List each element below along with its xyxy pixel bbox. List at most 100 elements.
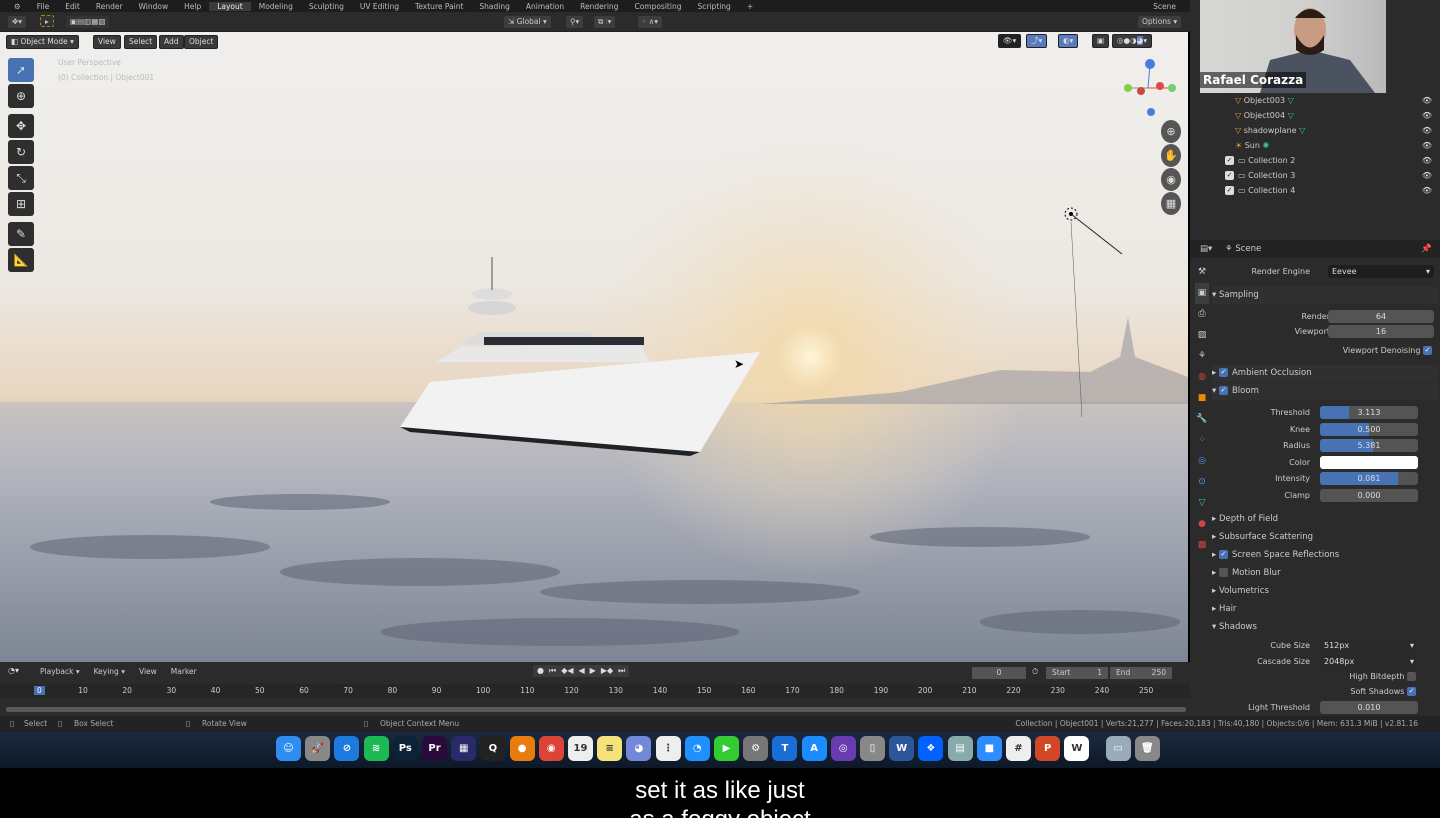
grid-icon[interactable]: ▦ (1161, 192, 1181, 215)
timeline-scrollbar[interactable] (6, 707, 1186, 712)
section-bloom[interactable]: ▾ ✓ Bloom (1212, 383, 1438, 400)
bloom-clamp-field[interactable]: 0.000 (1320, 489, 1418, 502)
messenger-icon[interactable]: ◔ (684, 736, 710, 761)
data-tab-icon[interactable]: ▽ (1195, 493, 1209, 514)
blender-icon[interactable]: ● (509, 736, 535, 761)
tab-scripting[interactable]: Scripting (689, 2, 738, 11)
tab-animation[interactable]: Animation (518, 2, 572, 11)
render-tab-icon[interactable]: ▣ (1195, 283, 1209, 304)
tab-sculpting[interactable]: Sculpting (301, 2, 352, 11)
photoshop-icon[interactable]: Ps (392, 736, 418, 761)
play-icon[interactable]: ▶ (590, 666, 596, 676)
section-subsurface-scattering[interactable]: ▸ Subsurface Scattering (1212, 529, 1438, 546)
cube-size-dropdown[interactable]: 512px ▾ (1320, 639, 1418, 652)
texture-tab-icon[interactable]: ▩ (1195, 535, 1209, 556)
discord-icon[interactable]: ◕ (626, 736, 652, 761)
powerpoint-icon[interactable]: P (1035, 736, 1061, 761)
jump-start-icon[interactable]: ⏮ (549, 666, 556, 676)
eye-icon[interactable]: 👁 (1422, 153, 1432, 168)
checkbox[interactable] (1218, 568, 1228, 577)
outliner-item[interactable]: ✓ ▭ Collection 3 👁 (1195, 168, 1440, 183)
selection-mode-icons[interactable]: ▣▤▥▦▧ (66, 16, 110, 28)
pivot-icon[interactable]: ⚲▾ (566, 16, 584, 28)
section-screen-space-reflections[interactable]: ▸ ✓ Screen Space Reflections (1212, 547, 1438, 564)
output-tab-icon[interactable]: ⎙ (1195, 304, 1209, 325)
menu-window[interactable]: Window (131, 2, 177, 11)
files-icon[interactable]: ▯ (860, 736, 885, 761)
quixel-icon[interactable]: Q (480, 736, 506, 761)
eye-icon[interactable]: 👁 (1422, 123, 1432, 138)
viewport-samples-field[interactable]: 16 (1328, 325, 1434, 338)
downloads-icon[interactable]: ▭ (1105, 736, 1131, 761)
render-engine-dropdown[interactable]: Eevee ▾ (1328, 265, 1434, 278)
blender-logo-icon[interactable]: ⚙ (6, 2, 29, 11)
tab-layout[interactable]: Layout (209, 1, 251, 11)
zoom-icon[interactable]: ⊕ (1161, 120, 1181, 143)
tab-shading[interactable]: Shading (471, 2, 517, 11)
play-reverse-icon[interactable]: ◀ (579, 666, 585, 676)
section-shadows[interactable]: ▾ Shadows (1212, 619, 1438, 636)
editor-type-icon[interactable]: ▤▾ (1200, 244, 1212, 254)
scene-selector[interactable]: Scene (1145, 2, 1190, 11)
add-menu[interactable]: Add (159, 35, 184, 49)
checkbox[interactable]: ✓ (1225, 171, 1234, 180)
checkbox[interactable]: ✓ (1225, 186, 1234, 195)
editor-type-icon[interactable]: ✥▾ (8, 16, 27, 28)
high-bitdepth-checkbox[interactable] (1407, 672, 1416, 681)
timeline-editor-icon[interactable]: ◔▾ (8, 666, 19, 675)
frame-ruler[interactable]: 0 10 20 30 40 50 60 70 80 90 100 110 120 130 140 150 160… (0, 684, 1190, 698)
select-box-tool-icon[interactable]: ➚ (8, 58, 34, 82)
keynote-icon[interactable]: T (772, 736, 798, 761)
finder-icon[interactable]: ☺ (276, 736, 301, 761)
view-layer-tab-icon[interactable]: ▨ (1195, 325, 1209, 346)
add-workspace-button[interactable]: + (739, 2, 761, 11)
facetime-icon[interactable]: ▶ (714, 736, 739, 761)
measure-tool-icon[interactable]: 📐 (8, 248, 34, 272)
outliner-item[interactable]: ▽ Object004 ▽ 👁 (1195, 108, 1440, 123)
start-frame-field[interactable]: Start 1 (1046, 667, 1108, 679)
chrome-icon[interactable]: ◉ (538, 736, 564, 761)
bloom-color-field[interactable] (1320, 455, 1418, 469)
object-tab-icon[interactable]: ■ (1195, 388, 1209, 409)
system-preferences-icon[interactable]: ⚙ (743, 736, 769, 761)
eye-icon[interactable]: 👁 (1422, 138, 1432, 153)
physics-tab-icon[interactable]: ◎ (1195, 451, 1209, 472)
particles-tab-icon[interactable]: ⁘ (1195, 430, 1209, 451)
outliner-item[interactable]: ▽ shadowplane ▽ 👁 (1195, 123, 1440, 138)
tab-texture-paint[interactable]: Texture Paint (407, 2, 471, 11)
record-icon[interactable]: ● (537, 666, 544, 676)
object-mode-dropdown[interactable]: ◧ Object Mode ▾ (6, 35, 79, 49)
calendar-icon[interactable]: 19 (568, 736, 593, 761)
xray-toggle-icon[interactable]: ▣ (1092, 34, 1110, 48)
playhead[interactable]: 0 (34, 686, 45, 695)
proportional-edit-icon[interactable]: ◦ ∧▾ (638, 16, 663, 28)
view-menu[interactable]: View (93, 35, 121, 49)
section-motion-blur[interactable]: ▸ Motion Blur (1212, 565, 1438, 582)
light-threshold-field[interactable]: 0.010 (1320, 701, 1418, 714)
shading-modes[interactable]: ◎●◑◕▾ (1112, 34, 1152, 48)
outliner-item[interactable]: ☀ Sun ✺ 👁 (1195, 138, 1440, 153)
trash-icon[interactable]: 🗑 (1134, 736, 1160, 761)
eye-icon[interactable]: 👁 (1422, 183, 1432, 198)
rotate-tool-icon[interactable]: ↻ (8, 140, 34, 164)
pin-icon[interactable]: 📌 (1421, 240, 1432, 258)
section-ambient-occlusion[interactable]: ▸ ✓ Ambient Occlusion (1212, 365, 1438, 382)
scene-tab-icon[interactable]: ⚘ (1195, 346, 1209, 367)
camera-icon[interactable]: ◉ (1161, 168, 1181, 191)
reminders-icon[interactable]: ⋮ (655, 736, 681, 761)
overlay-toggle-icon[interactable]: ◐▾ (1058, 34, 1079, 48)
dropbox-icon[interactable]: ❖ (918, 736, 944, 761)
notes-icon[interactable]: ≡ (597, 736, 623, 761)
checkbox[interactable]: ✓ (1225, 156, 1234, 165)
options-dropdown[interactable]: Options ▾ (1138, 16, 1182, 28)
gizmo-toggle-icon[interactable]: ⤴▾ (1026, 34, 1048, 48)
snap-icon[interactable]: ⧉ ⫶▾ (594, 16, 616, 28)
bloom-knee-field[interactable]: 0.500 (1320, 422, 1418, 436)
soft-shadows-checkbox[interactable]: ✓ (1407, 687, 1416, 696)
select-menu[interactable]: Select (124, 35, 158, 49)
siri-icon[interactable]: ◎ (830, 736, 856, 761)
menu-edit[interactable]: Edit (57, 2, 88, 11)
launchpad-icon[interactable]: 🚀 (305, 736, 331, 761)
eye-icon[interactable]: 👁 (1422, 108, 1432, 123)
cascade-size-dropdown[interactable]: 2048px ▾ (1320, 655, 1418, 668)
